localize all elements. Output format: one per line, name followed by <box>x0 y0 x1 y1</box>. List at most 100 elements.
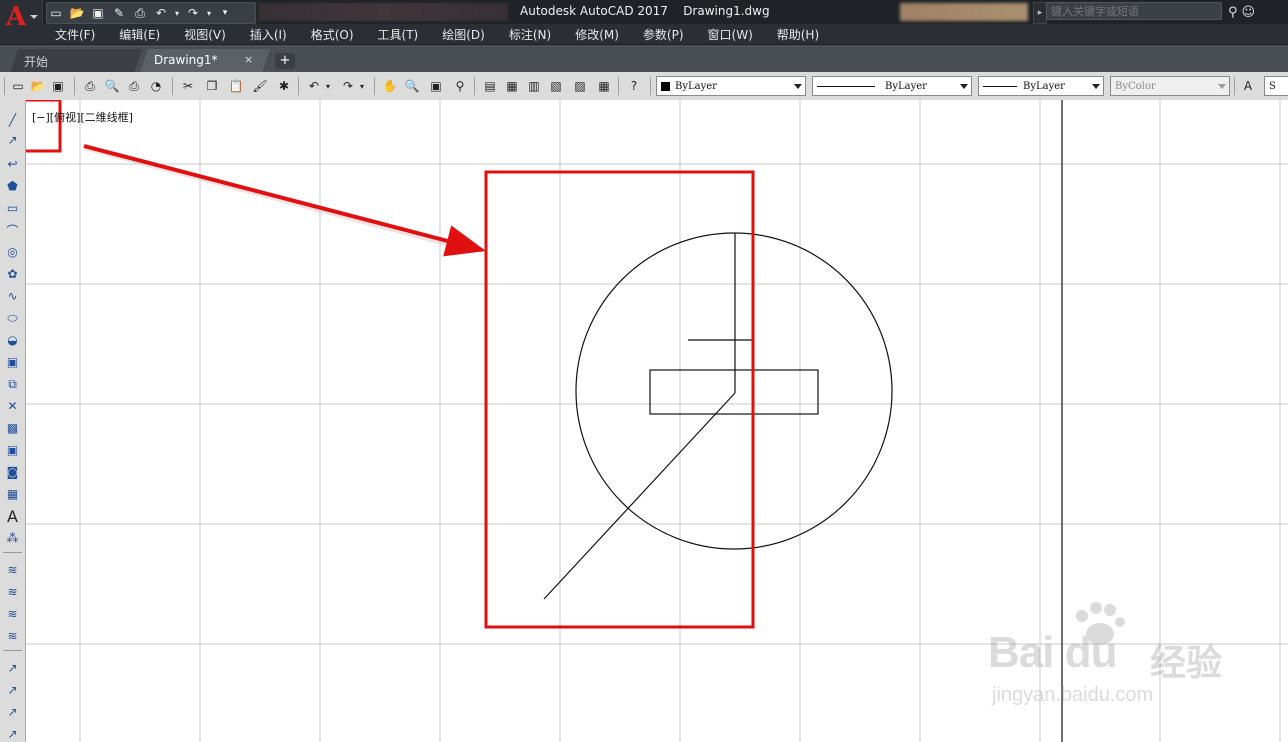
close-tab-icon[interactable]: × <box>244 53 253 66</box>
region-icon[interactable]: ◙ <box>4 464 21 480</box>
gradient-icon[interactable]: ▣ <box>4 442 21 458</box>
new-tab-button[interactable]: + <box>275 53 295 69</box>
cut-icon[interactable]: ✂ <box>180 78 196 94</box>
curve-tool-icon[interactable]: ↗ <box>4 704 21 720</box>
separator <box>374 77 375 95</box>
text-style-control[interactable]: S <box>1264 76 1288 96</box>
revision-cloud-icon[interactable]: ✿ <box>4 266 21 282</box>
help-icon[interactable]: ? <box>626 78 642 94</box>
zoom-window-icon[interactable]: ▣ <box>428 78 444 94</box>
separator <box>650 77 651 95</box>
toolbar-grip[interactable] <box>4 77 5 95</box>
search-expand-icon[interactable]: ▸ <box>1033 2 1047 24</box>
rectangle-icon[interactable]: ▭ <box>4 200 21 216</box>
menu-view[interactable]: 视图(V) <box>172 26 238 43</box>
linetype-control[interactable]: ByLayer <box>812 76 972 96</box>
save-as-icon[interactable]: ✎ <box>110 5 128 21</box>
pan-icon[interactable]: ✋ <box>382 78 398 94</box>
menu-parameters[interactable]: 参数(P) <box>631 26 696 43</box>
open-icon[interactable]: 📂 <box>30 78 46 94</box>
layer-isolate-icon[interactable]: ≋ <box>4 628 21 644</box>
menu-modify[interactable]: 修改(M) <box>563 26 631 43</box>
table-icon[interactable]: ▦ <box>4 486 21 502</box>
search-input[interactable] <box>1046 2 1222 20</box>
menu-format[interactable]: 格式(O) <box>299 26 366 43</box>
viewport-controls-label[interactable]: [−][俯视][二维线框] <box>32 109 133 125</box>
drawing-geometry[interactable] <box>543 232 893 600</box>
layer-state-icon[interactable]: ≋ <box>4 584 21 600</box>
redo-icon[interactable]: ↷ <box>184 5 202 21</box>
insert-block-icon[interactable]: ▣ <box>4 354 21 370</box>
sheet-set-icon[interactable]: ▧ <box>548 78 564 94</box>
color-control[interactable]: ByLayer <box>656 76 806 96</box>
paste-icon[interactable]: 📋 <box>228 78 244 94</box>
make-block-icon[interactable]: ⧉ <box>4 376 21 392</box>
ray-icon[interactable]: ↗ <box>4 132 21 148</box>
new-file-icon[interactable]: ▭ <box>47 5 65 21</box>
polygon-icon[interactable]: ⬟ <box>4 178 21 194</box>
undo-dropdown-icon[interactable]: ▾ <box>173 5 181 21</box>
application-menu-button[interactable]: A <box>0 0 43 44</box>
text-icon[interactable]: A <box>4 507 21 526</box>
plot-icon[interactable]: ⎙ <box>82 78 98 94</box>
ellipse-arc-icon[interactable]: ◒ <box>4 332 21 348</box>
match-properties-icon[interactable]: 🖌 <box>252 78 268 94</box>
tool-palettes-icon[interactable]: ▥ <box>526 78 542 94</box>
zoom-previous-icon[interactable]: ⚲ <box>452 78 468 94</box>
undo-dropdown-icon[interactable]: ▾ <box>324 78 332 94</box>
menu-insert[interactable]: 插入(I) <box>238 26 299 43</box>
qnew-icon[interactable]: ▭ <box>10 78 26 94</box>
arc-icon[interactable]: ⌒ <box>4 222 21 238</box>
binoculars-icon[interactable]: ⚲ <box>1228 5 1238 20</box>
print-icon[interactable]: ⎙ <box>131 5 149 21</box>
plotstyle-control[interactable]: ByColor <box>1110 76 1230 96</box>
menu-help[interactable]: 帮助(H) <box>765 26 831 43</box>
undo-icon[interactable]: ↶ <box>306 78 322 94</box>
undo-icon[interactable]: ↶ <box>152 5 170 21</box>
curve-tool-icon[interactable]: ↗ <box>4 726 21 742</box>
redo-dropdown-icon[interactable]: ▾ <box>205 5 213 21</box>
linetype-value: ByLayer <box>885 80 927 92</box>
drawing-canvas[interactable]: [−][俯视][二维线框] Bai du 经验 jingyan.baidu.co… <box>26 100 1288 742</box>
model-space[interactable] <box>26 100 1288 742</box>
curve-tool-icon[interactable]: ↗ <box>4 660 21 676</box>
polyline-icon[interactable]: ↩ <box>4 156 21 172</box>
properties-icon[interactable]: ▤ <box>482 78 498 94</box>
tab-start[interactable]: 开始 <box>10 49 142 73</box>
save-icon[interactable]: ▣ <box>50 78 66 94</box>
menu-file[interactable]: 文件(F) <box>42 26 107 43</box>
menu-tools[interactable]: 工具(T) <box>366 26 431 43</box>
point-icon[interactable]: ✕ <box>4 398 21 414</box>
add-selected-icon[interactable]: ⁂ <box>4 530 21 546</box>
ellipse-icon[interactable]: ⬭ <box>4 310 21 326</box>
publish-icon[interactable]: ⎙ <box>126 78 142 94</box>
line-icon[interactable]: ╱ <box>4 112 21 128</box>
menu-window[interactable]: 窗口(W) <box>696 26 765 43</box>
plot-preview-icon[interactable]: 🔍 <box>104 78 120 94</box>
open-folder-icon[interactable]: 📂 <box>68 5 86 21</box>
markup-icon[interactable]: ▨ <box>572 78 588 94</box>
chevron-down-icon <box>794 84 802 89</box>
zoom-realtime-icon[interactable]: 🔍 <box>404 78 420 94</box>
redo-icon[interactable]: ↷ <box>340 78 356 94</box>
calculator-icon[interactable]: ▦ <box>596 78 612 94</box>
curve-tool-icon[interactable]: ↗ <box>4 682 21 698</box>
circle-icon[interactable]: ◎ <box>4 244 21 260</box>
spline-icon[interactable]: ∿ <box>4 288 21 304</box>
hatch-icon[interactable]: ▩ <box>4 420 21 436</box>
user-icon[interactable]: ☺ <box>1242 5 1256 20</box>
menu-edit[interactable]: 编辑(E) <box>107 26 172 43</box>
text-style-icon[interactable]: A <box>1240 78 1256 94</box>
block-editor-icon[interactable]: ✱ <box>276 78 292 94</box>
menu-dimension[interactable]: 标注(N) <box>497 26 563 43</box>
save-icon[interactable]: ▣ <box>89 5 107 21</box>
redo-dropdown-icon[interactable]: ▾ <box>358 78 366 94</box>
layer-icon[interactable]: ≋ <box>4 562 21 578</box>
design-center-icon[interactable]: ▦ <box>504 78 520 94</box>
customize-qat-icon[interactable]: ▾ <box>216 5 234 21</box>
copy-icon[interactable]: ❐ <box>204 78 220 94</box>
lineweight-control[interactable]: ByLayer <box>978 76 1104 96</box>
menu-draw[interactable]: 绘图(D) <box>430 26 497 43</box>
3d-print-icon[interactable]: ◔ <box>148 78 164 94</box>
layer-previous-icon[interactable]: ≋ <box>4 606 21 622</box>
